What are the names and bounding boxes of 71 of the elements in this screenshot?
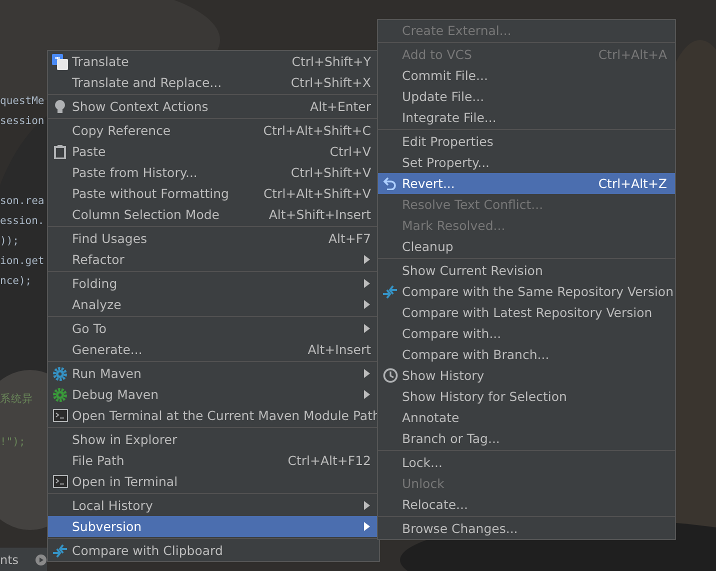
menu-item[interactable]: Relocate... bbox=[378, 494, 675, 515]
submenu-item[interactable]: Refactor bbox=[48, 249, 379, 270]
submenu-arrow-icon bbox=[363, 255, 371, 264]
menu-item[interactable]: Show History for Selection bbox=[378, 386, 675, 407]
menu-item[interactable]: Compare with Branch... bbox=[378, 344, 675, 365]
submenu-arrow-icon bbox=[363, 300, 371, 309]
undo-icon bbox=[383, 177, 397, 190]
submenu-item[interactable]: Folding bbox=[48, 273, 379, 294]
menu-item[interactable]: Paste from History... Ctrl+Shift+V bbox=[48, 162, 379, 183]
menu-item[interactable]: Show in Explorer bbox=[48, 429, 379, 450]
submenu-item[interactable]: Local History bbox=[48, 495, 379, 516]
menu-item[interactable]: Edit Properties bbox=[378, 131, 675, 152]
menu-item[interactable]: Column Selection Mode Alt+Shift+Insert bbox=[48, 204, 379, 225]
tool-tab[interactable]: nts bbox=[0, 553, 19, 567]
menu-item[interactable]: Compare with the Same Repository Version bbox=[378, 281, 675, 302]
menu-item[interactable]: Lock... bbox=[378, 452, 675, 473]
code-line: son.rea bbox=[0, 194, 44, 209]
code-line: !"); bbox=[0, 435, 26, 450]
menu-item[interactable]: File Path Ctrl+Alt+F12 bbox=[48, 450, 379, 471]
terminal-icon bbox=[52, 409, 68, 422]
code-line: questMe bbox=[0, 94, 44, 109]
menu-item[interactable]: Compare with Clipboard bbox=[48, 540, 379, 561]
terminal-icon bbox=[52, 475, 68, 488]
menu-item[interactable]: Paste Ctrl+V bbox=[48, 141, 379, 162]
run-icon[interactable] bbox=[34, 554, 47, 566]
submenu-item[interactable]: Run Maven bbox=[48, 363, 379, 384]
code-line: nce); bbox=[0, 274, 32, 289]
menu-item[interactable]: Update File... bbox=[378, 86, 675, 107]
clock-icon bbox=[382, 368, 398, 383]
menu-item[interactable]: Integrate File... bbox=[378, 107, 675, 128]
submenu-item[interactable]: Analyze bbox=[48, 294, 379, 315]
menu-item[interactable]: Revert... Ctrl+Alt+Z bbox=[378, 173, 675, 194]
menu-item[interactable]: Cleanup bbox=[378, 236, 675, 257]
submenu-item[interactable]: Subversion bbox=[48, 516, 379, 537]
menu-item[interactable]: Browse Changes... bbox=[378, 518, 675, 539]
code-line: )); bbox=[0, 234, 19, 249]
menu-item[interactable]: Compare with Latest Repository Version bbox=[378, 302, 675, 323]
submenu-item[interactable]: Go To bbox=[48, 318, 379, 339]
menu-item[interactable]: Annotate bbox=[378, 407, 675, 428]
translate-icon bbox=[52, 54, 68, 70]
clipboard-icon bbox=[54, 144, 66, 158]
menu-item[interactable]: Paste without Formatting Ctrl+Alt+Shift+V bbox=[48, 183, 379, 204]
submenu-item[interactable]: Debug Maven bbox=[48, 384, 379, 405]
menu-item[interactable]: Find Usages Alt+F7 bbox=[48, 228, 379, 249]
submenu-arrow-icon bbox=[363, 390, 371, 399]
submenu-arrow-icon bbox=[363, 501, 371, 510]
menu-item[interactable]: Commit File... bbox=[378, 65, 675, 86]
code-line: ion.get bbox=[0, 254, 44, 269]
compare-icon bbox=[382, 284, 398, 300]
code-line: ession. bbox=[0, 214, 44, 229]
submenu-arrow-icon bbox=[363, 324, 371, 333]
code-line: session bbox=[0, 114, 44, 129]
menu-item[interactable]: Translate and Replace... Ctrl+Shift+X bbox=[48, 72, 379, 93]
menu-item[interactable]: Show Current Revision bbox=[378, 260, 675, 281]
menu-item[interactable]: Set Property... bbox=[378, 152, 675, 173]
submenu-arrow-icon bbox=[363, 279, 371, 288]
menu-item[interactable]: Branch or Tag... bbox=[378, 428, 675, 449]
submenu-arrow-icon bbox=[363, 369, 371, 378]
menu-item[interactable]: Show Context Actions Alt+Enter bbox=[48, 96, 379, 117]
menu-item[interactable]: Compare with... bbox=[378, 323, 675, 344]
code-line: 系统异 bbox=[0, 392, 33, 407]
gear-icon bbox=[52, 386, 68, 402]
compare-icon bbox=[52, 542, 68, 558]
menu-item[interactable]: Show History bbox=[378, 365, 675, 386]
menu-item[interactable]: Open in Terminal bbox=[48, 471, 379, 492]
submenu-arrow-icon bbox=[363, 522, 371, 531]
gear-icon bbox=[52, 366, 68, 382]
menu-item[interactable]: Translate Ctrl+Shift+Y bbox=[48, 51, 379, 72]
menu-item[interactable]: Copy Reference Ctrl+Alt+Shift+C bbox=[48, 120, 379, 141]
lightbulb-icon bbox=[54, 98, 66, 114]
menu-item[interactable]: Generate... Alt+Insert bbox=[48, 339, 379, 360]
